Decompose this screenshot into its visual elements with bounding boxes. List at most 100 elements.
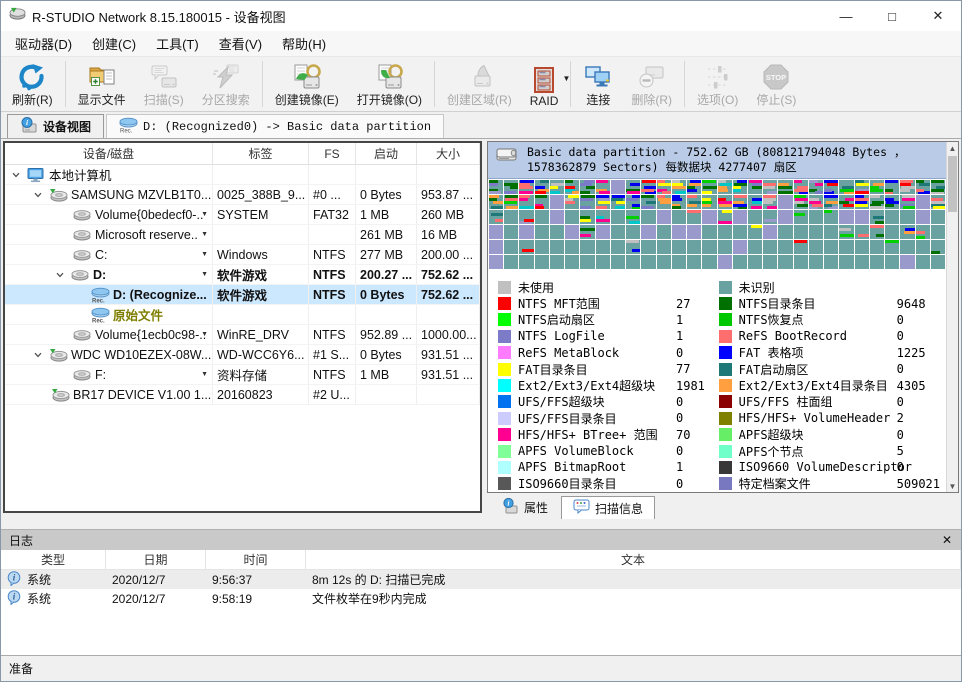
scan-block-stripe [505,195,518,198]
volume-dropdown-icon[interactable]: ▼ [201,271,208,278]
legend-label: 特定档案文件 [739,475,897,492]
size-cell: 931.51 ... [417,345,480,364]
legend-item: APFS超级块0 [719,427,940,443]
scan-block [855,225,869,239]
volume-dropdown-icon[interactable]: ▼ [201,211,208,218]
menu-item-1[interactable]: 驱动器(D) [5,30,82,57]
create-image-button[interactable]: 创建镜像(E) [266,58,348,110]
scan-block [733,195,747,209]
tab-scan-result[interactable]: Rec.D: (Recognized0) -> Basic data parti… [106,114,444,138]
scan-block-stripe [815,191,823,194]
log-row[interactable]: i系统2020/12/79:56:378m 12s 的 D: 扫描已完成 [1,570,961,589]
scan-block-stripe [885,204,894,207]
menu-item-3[interactable]: 工具(T) [146,30,209,57]
label-cell: 资料存储 [213,365,309,384]
menu-item-5[interactable]: 帮助(H) [272,30,336,57]
volume-dropdown-icon[interactable]: ▼ [201,231,208,238]
chevron-down-icon[interactable] [55,270,71,280]
table-row[interactable]: BR17 DEVICE V1.00 1....20160823#2 U... [5,385,480,405]
tab-properties[interactable]: i属性 [491,496,559,519]
scan-block [702,225,716,239]
scroll-down-icon[interactable]: ▼ [949,480,957,492]
tab-device-view[interactable]: i设备视图 [7,114,104,138]
table-row[interactable]: Microsoft reserve..▼261 MB16 MB [5,225,480,245]
menu-item-2[interactable]: 创建(C) [82,30,146,57]
volume-dropdown-icon[interactable]: ▼ [201,331,208,338]
scan-block [794,225,808,239]
tab-label: 扫描信息 [595,500,643,517]
open-image-button[interactable]: 打开镜像(O) [348,58,431,110]
table-row[interactable]: SAMSUNG MZVLB1T0...0025_388B_9...#0 ...0… [5,185,480,205]
table-row[interactable]: Volume{0bedecf0-..▼SYSTEMFAT321 MB260 MB [5,205,480,225]
device-tree-header: 设备/磁盘标签FS启动大小ˆ [5,143,480,165]
legend-label: UFS/FFS 柱面组 [739,393,897,410]
scan-block-stripe [493,201,504,204]
scan-block [748,195,762,209]
chevron-down-icon[interactable] [11,170,27,180]
log-column-header-3[interactable]: 时间 [206,550,306,569]
column-header-4[interactable]: 启动 [356,143,417,164]
column-header-2[interactable]: 标签 [213,143,309,164]
connect-button[interactable]: 连接 [574,58,622,110]
scan-block-stripe [778,186,792,189]
table-row[interactable]: Rec.D: (Recognize...软件游戏NTFS0 Bytes752.6… [5,285,480,305]
scan-block [519,225,533,239]
maximize-button[interactable]: □ [869,1,915,31]
scan-block-stripe [763,201,773,204]
legend-column-right: 未识别NTFS目录条目9648NTFS恢复点0ReFS BootRecord0F… [719,279,940,492]
scan-block [565,195,579,209]
table-row[interactable]: WDC WD10EZEX-08W...WD-WCC6Y6...#1 S...0 … [5,345,480,365]
raid-button[interactable]: RAID▼ [521,58,568,110]
scan-panel-scrollbar[interactable]: ▲ ▼ [946,142,958,492]
scan-block [748,240,762,254]
scan-block-stripe [596,206,608,209]
show-files-button[interactable]: 显示文件 [69,58,135,110]
scroll-up-icon[interactable]: ▲ [949,142,957,154]
scrollbar-thumb[interactable] [948,156,957,212]
log-column-header-2[interactable]: 日期 [106,550,206,569]
volume-dropdown-icon[interactable]: ▼ [201,251,208,258]
column-header-5[interactable]: 大小 [417,143,480,164]
close-button[interactable]: ✕ [915,1,961,31]
legend-label: Ext2/Ext3/Ext4超级块 [518,377,676,394]
scan-block-stripe [916,189,925,192]
legend-item: 特定档案文件509021 [719,476,940,492]
volume-dropdown-icon[interactable]: ▼ [201,371,208,378]
chevron-down-icon[interactable] [33,350,49,360]
legend-item: UFS/FFS目录条目0 [498,410,709,426]
legend-label: UFS/FFS目录条目 [518,410,676,427]
scan-block-stripe [900,189,909,192]
scan-block [916,180,930,194]
tab-scan-info[interactable]: 扫描信息 [561,496,655,519]
table-row[interactable]: 本地计算机 [5,165,480,185]
legend-swatch [498,363,511,376]
log-column-header-1[interactable]: 类型 [1,550,106,569]
device-name-cell: Microsoft reserve..▼ [5,225,213,244]
scan-block [489,240,503,254]
table-row[interactable]: Rec.原始文件 [5,305,480,325]
log-column-header-4[interactable]: 文本 [306,550,961,569]
fs-cell [309,225,356,244]
menu-item-4[interactable]: 查看(V) [209,30,272,57]
table-row[interactable]: F:▼资料存储NTFS1 MB931.51 ... [5,365,480,385]
scan-block-stripe [763,186,775,189]
scan-block-stripe [535,206,544,209]
table-row[interactable]: Volume{1ecb0c98-..▼WinRE_DRVNTFS952.89 .… [5,325,480,345]
table-row[interactable]: D:▼软件游戏NTFS200.27 ...752.62 ... [5,265,480,285]
dropdown-arrow-icon[interactable]: ▼ [562,74,570,83]
legend-label: ISO9660 VolumeDescriptor [739,460,897,474]
legend-label: APFS VolumeBlock [518,444,676,458]
scan-block-stripe [778,191,792,194]
scan-block-stripe [794,213,806,216]
log-close-icon[interactable]: ✕ [939,533,955,547]
legend-item: APFS个节点5 [719,443,940,459]
scan-legend: 未使用NTFS MFT范围27NTFS启动扇区1NTFS LogFile1ReF… [488,271,946,492]
legend-swatch [498,477,511,490]
scan-block [519,210,533,224]
minimize-button[interactable]: — [823,1,869,31]
table-row[interactable]: C:▼WindowsNTFS277 MB200.00 ... [5,245,480,265]
column-header-3[interactable]: FS [309,143,356,164]
log-row[interactable]: i系统2020/12/79:58:19文件枚举在9秒内完成 [1,589,961,608]
chevron-down-icon[interactable] [33,190,49,200]
refresh-button[interactable]: 刷新(R) [3,58,62,110]
